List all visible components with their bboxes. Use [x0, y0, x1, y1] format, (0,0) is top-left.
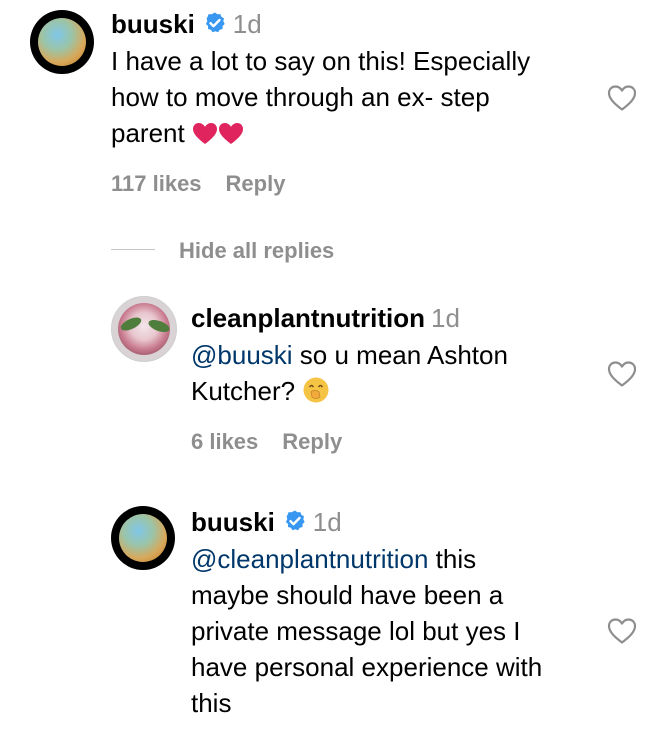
timestamp: 1d: [431, 303, 460, 333]
comment-text: @buuski so u mean Ashton Kutcher?: [191, 337, 508, 413]
timestamp: 1d: [232, 9, 262, 39]
verified-badge-icon: [285, 510, 305, 531]
comment-line: I have a lot to say on this! Especially: [111, 46, 531, 76]
comment-text: @cleanplantnutrition this maybe should h…: [191, 541, 542, 721]
username[interactable]: cleanplantnutrition: [191, 303, 425, 333]
avatar[interactable]: [30, 10, 94, 74]
comment-line: Kutcher?: [191, 373, 508, 413]
comment-line-text: this: [435, 544, 477, 574]
comment-line: how to move through an ex- step: [111, 82, 490, 112]
comment-line: @buuski so u mean Ashton: [191, 337, 508, 373]
comment-line: private message lol but yes I: [191, 616, 521, 646]
heart-emoji-icon: [192, 123, 217, 144]
likes-count[interactable]: 117 likes: [111, 171, 202, 196]
comment-header: buuski 1d: [191, 506, 342, 538]
likes-count[interactable]: 6 likes: [191, 429, 258, 454]
comment-line-text: Kutcher?: [191, 376, 296, 406]
hide-replies-button[interactable]: Hide all replies: [179, 237, 334, 265]
comment-line-last: parent: [111, 115, 530, 155]
username[interactable]: buuski: [111, 9, 195, 39]
like-heart-icon[interactable]: [607, 84, 637, 112]
username[interactable]: buuski: [191, 507, 275, 537]
mention-link[interactable]: @cleanplantnutrition: [191, 544, 428, 574]
heart-emoji-icon: [218, 123, 243, 144]
comment-line: this: [191, 688, 232, 718]
comment-text: I have a lot to say on this! Especially …: [111, 43, 530, 155]
replies-divider: [111, 249, 155, 250]
timestamp: 1d: [312, 507, 342, 537]
reply-button[interactable]: Reply: [226, 171, 286, 196]
mention-link[interactable]: @buuski: [191, 340, 293, 370]
face-with-hand-over-mouth-emoji: [302, 376, 330, 413]
face-emoji-icon: [303, 377, 329, 403]
avatar-image: [119, 514, 167, 562]
comment-line: @cleanplantnutrition this: [191, 541, 542, 577]
verified-badge-icon: [205, 12, 225, 33]
avatar[interactable]: [111, 296, 177, 362]
comment-header: buuski 1d: [111, 8, 262, 40]
comment-header: cleanplantnutrition 1d: [191, 302, 460, 334]
like-heart-icon[interactable]: [607, 360, 637, 388]
avatar-image: [38, 18, 86, 66]
comment-line: have personal experience with: [191, 652, 543, 682]
comment-line-text: so u mean Ashton: [299, 340, 508, 370]
avatar[interactable]: [111, 506, 175, 570]
comment-line: parent: [111, 118, 185, 148]
comment-line: maybe should have been a: [191, 580, 504, 610]
comment-meta: 117 likes Reply: [111, 170, 285, 198]
red-hearts-emoji: [192, 119, 244, 155]
comment-meta: 6 likes Reply: [191, 428, 342, 456]
like-heart-icon[interactable]: [607, 617, 637, 645]
reply-button[interactable]: Reply: [282, 429, 342, 454]
